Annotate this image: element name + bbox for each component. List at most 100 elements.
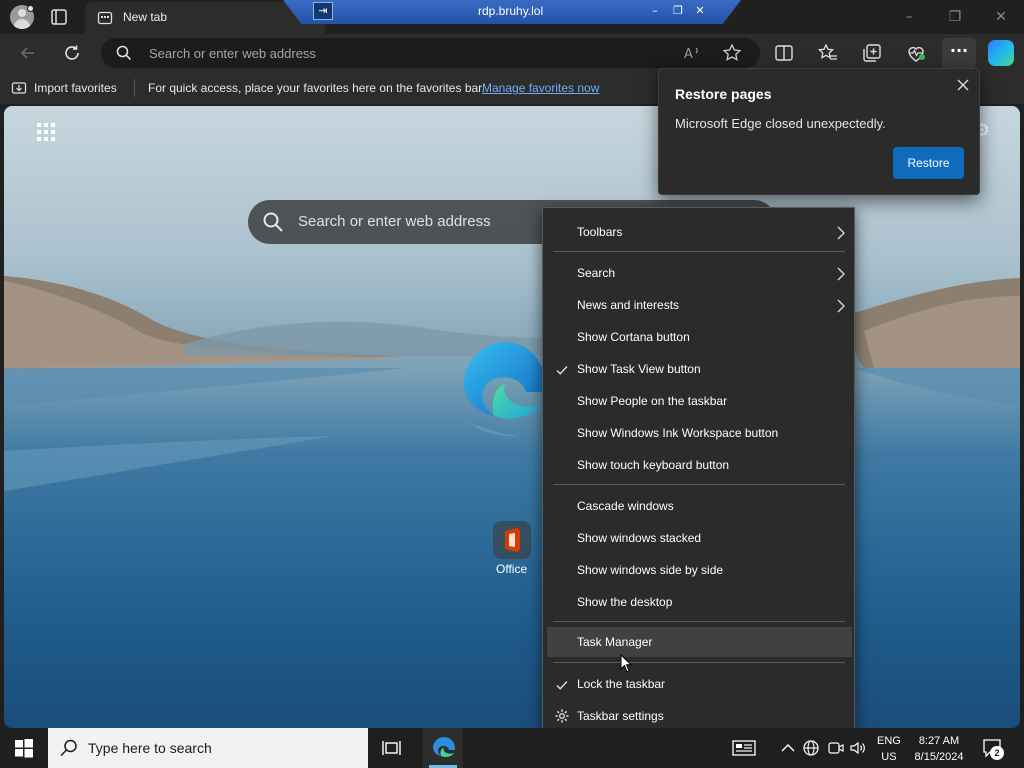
- menu-item-show-desktop[interactable]: Show the desktop: [547, 587, 852, 617]
- menu-item-label: Toolbars: [577, 225, 623, 239]
- menu-separator: [553, 484, 845, 485]
- restore-pages-popup: Restore pages Microsoft Edge closed unex…: [658, 68, 980, 195]
- menu-item-windows-stacked[interactable]: Show windows stacked: [547, 523, 852, 553]
- browser-essentials-icon[interactable]: [905, 42, 927, 64]
- address-placeholder: Search or enter web address: [149, 46, 316, 61]
- menu-item-label: Task Manager: [577, 635, 653, 649]
- menu-item-label: Show Task View button: [577, 362, 701, 376]
- menu-item-label: Show windows stacked: [577, 531, 702, 545]
- restore-popup-title: Restore pages: [675, 86, 772, 102]
- menu-item-search[interactable]: Search: [547, 258, 852, 288]
- address-bar[interactable]: Search or enter web address A: [101, 38, 760, 68]
- menu-item-label: Show People on the taskbar: [577, 394, 728, 408]
- system-clock[interactable]: 8:27 AM 8/15/2024: [906, 733, 972, 765]
- ntp-search-placeholder: Search or enter web address: [298, 213, 491, 230]
- import-favorites-button[interactable]: Import favorites: [34, 81, 117, 95]
- taskbar-edge-button[interactable]: [423, 728, 463, 768]
- split-screen-icon[interactable]: [773, 42, 795, 64]
- clock-time: 8:27 AM: [918, 735, 960, 747]
- menu-item-taskbar-settings[interactable]: Taskbar settings: [547, 701, 852, 731]
- news-and-interests-icon[interactable]: [732, 739, 756, 757]
- menu-item-label: Show windows side by side: [577, 563, 724, 577]
- menu-separator: [553, 662, 845, 663]
- menu-item-label: Cascade windows: [577, 499, 674, 513]
- menu-item-show-cortana[interactable]: Show Cortana button: [547, 322, 852, 352]
- back-icon[interactable]: [17, 42, 39, 64]
- manage-favorites-link[interactable]: Manage favorites now: [482, 81, 599, 95]
- favorites-divider: [134, 79, 135, 97]
- search-icon: [115, 44, 133, 62]
- menu-item-lock-taskbar[interactable]: Lock the taskbar: [547, 669, 852, 699]
- tab-title: New tab: [123, 10, 168, 24]
- browser-title-bar: New tab ⇥ rdp.bruhy.lol – ❐ ✕ – ❐ ✕: [0, 0, 1024, 34]
- chevron-right-icon: [836, 266, 846, 281]
- favorites-icon[interactable]: [817, 42, 839, 64]
- menu-item-label: Search: [577, 266, 616, 280]
- settings-and-more-button[interactable]: ···: [942, 38, 976, 68]
- menu-separator: [553, 621, 845, 622]
- window-minimize-icon[interactable]: –: [900, 8, 918, 26]
- menu-item-show-touch-keyboard[interactable]: Show touch keyboard button: [547, 450, 852, 480]
- apps-grid-icon[interactable]: [36, 122, 56, 142]
- taskbar-search-box[interactable]: Type here to search: [48, 728, 368, 768]
- svg-text:A: A: [684, 47, 693, 62]
- menu-item-toolbars[interactable]: Toolbars: [547, 217, 852, 247]
- refresh-icon[interactable]: [61, 42, 83, 64]
- new-tab-page-icon: [97, 10, 113, 26]
- menu-item-label: Show Windows Ink Workspace button: [577, 426, 779, 440]
- rdp-pin-icon[interactable]: ⇥: [313, 2, 333, 20]
- rdp-restore-icon[interactable]: ❐: [669, 3, 687, 19]
- checkmark-icon: [555, 362, 569, 376]
- office-tile-icon[interactable]: [493, 521, 531, 559]
- menu-item-label: Lock the taskbar: [577, 677, 666, 691]
- mouse-cursor-icon: [620, 653, 633, 674]
- menu-item-label: Show touch keyboard button: [577, 458, 730, 472]
- collections-icon[interactable]: [861, 42, 883, 64]
- menu-item-task-manager[interactable]: Task Manager: [547, 627, 852, 657]
- rdp-close-icon[interactable]: ✕: [691, 3, 709, 19]
- copilot-icon[interactable]: [988, 40, 1014, 66]
- language-code: ENG: [877, 735, 901, 747]
- import-favorites-icon: [11, 80, 27, 96]
- menu-item-windows-side-by-side[interactable]: Show windows side by side: [547, 555, 852, 585]
- menu-item-show-task-view[interactable]: Show Task View button: [547, 354, 852, 384]
- network-globe-icon[interactable]: [802, 739, 820, 757]
- edge-icon: [432, 736, 456, 760]
- windows-start-icon[interactable]: [14, 738, 34, 758]
- new-tab-page: Search or enter web address Office ⚙: [4, 106, 1020, 728]
- input-language-indicator[interactable]: ENG US: [877, 733, 901, 765]
- window-restore-icon[interactable]: ❐: [946, 8, 964, 26]
- favorite-star-icon[interactable]: [721, 42, 743, 64]
- close-icon[interactable]: [955, 77, 971, 93]
- taskbar-search-placeholder: Type here to search: [88, 740, 212, 756]
- restore-button[interactable]: Restore: [893, 147, 964, 179]
- menu-separator: [553, 251, 845, 252]
- menu-item-cascade-windows[interactable]: Cascade windows: [547, 491, 852, 521]
- task-view-icon[interactable]: [381, 738, 401, 758]
- profile-status-dot: [27, 5, 34, 12]
- window-close-icon[interactable]: ✕: [992, 8, 1010, 26]
- tab-actions-icon[interactable]: [50, 8, 68, 26]
- taskbar-context-menu: Toolbars Search News and interests Show …: [542, 207, 855, 740]
- rdp-minimize-icon[interactable]: –: [646, 3, 664, 19]
- clock-date: 8/15/2024: [914, 751, 964, 763]
- office-tile-label: Office: [496, 562, 528, 576]
- chevron-right-icon: [836, 298, 846, 313]
- menu-item-show-people[interactable]: Show People on the taskbar: [547, 386, 852, 416]
- menu-item-label: Taskbar settings: [577, 709, 664, 723]
- chevron-up-icon[interactable]: [779, 739, 797, 757]
- browser-toolbar: Search or enter web address A ···: [0, 34, 1024, 72]
- windows-taskbar: Type here to search ENG US 8:27 AM 8/15/…: [0, 728, 1024, 768]
- keyboard-layout: US: [881, 751, 897, 763]
- volume-icon[interactable]: [849, 739, 867, 757]
- menu-item-label: Show the desktop: [577, 595, 673, 609]
- read-aloud-icon[interactable]: A: [681, 42, 703, 64]
- search-icon: [262, 211, 284, 233]
- menu-item-show-ink-workspace[interactable]: Show Windows Ink Workspace button: [547, 418, 852, 448]
- restore-popup-message: Microsoft Edge closed unexpectedly.: [675, 116, 886, 131]
- rdp-title: rdp.bruhy.lol: [478, 4, 544, 18]
- meet-now-icon[interactable]: [827, 739, 845, 757]
- chevron-right-icon: [836, 225, 846, 240]
- notification-count-badge: 2: [990, 746, 1004, 760]
- menu-item-news-and-interests[interactable]: News and interests: [547, 290, 852, 320]
